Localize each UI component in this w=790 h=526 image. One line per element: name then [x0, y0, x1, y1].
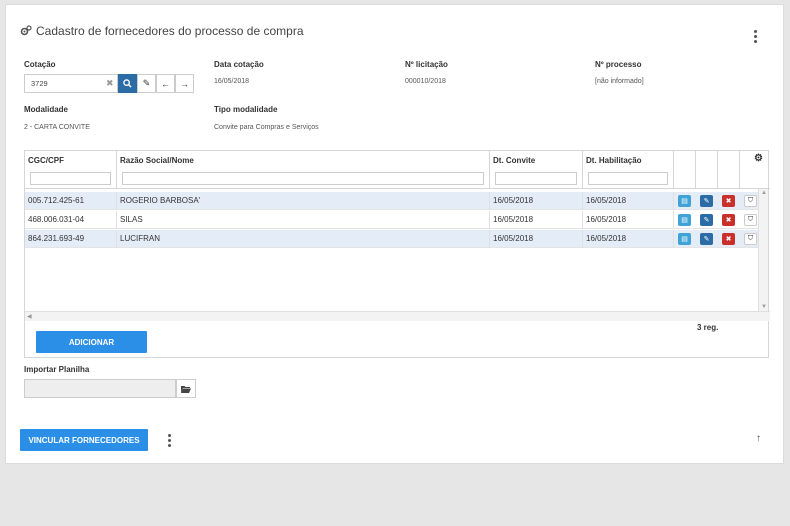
column-header-delete [718, 151, 740, 189]
link-suppliers-button[interactable]: VINCULAR FORNECEDORES [20, 429, 148, 451]
cell-habilitacao: 16/05/2018 [583, 230, 674, 248]
add-button[interactable]: ADICIONAR [36, 331, 147, 353]
data-cotacao-label: Data cotação [214, 60, 264, 69]
clear-icon[interactable]: ✖ [106, 78, 114, 89]
filter-habilitacao-input[interactable] [588, 172, 668, 185]
edit-button[interactable]: ✎ [700, 195, 713, 207]
column-header-cpf-label: CGC/CPF [28, 156, 64, 165]
cell-nome: LUCIFRAN [117, 230, 490, 248]
table-row[interactable]: 468.006.031-04 SILAS 16/05/2018 16/05/20… [25, 211, 758, 229]
shield-button[interactable]: ⛉ [744, 214, 757, 226]
edit-button[interactable]: ✎ [700, 233, 713, 245]
import-label: Importar Planilha [24, 365, 90, 374]
close-icon: ✖ [725, 236, 732, 243]
processo-value: [não informado] [595, 78, 644, 85]
column-header-edit [696, 151, 718, 189]
open-file-button[interactable] [176, 379, 196, 398]
delete-button[interactable]: ✖ [722, 214, 735, 226]
shield-icon: ⛉ [747, 216, 754, 223]
main-panel: Cadastro de fornecedores do processo de … [5, 4, 784, 464]
vertical-scrollbar[interactable]: ▲ ▼ [758, 189, 768, 311]
cell-habilitacao: 16/05/2018 [583, 211, 674, 229]
table-row[interactable]: 864.231.693-49 LUCIFRAN 16/05/2018 16/05… [25, 230, 758, 248]
page-title-text: Cadastro de fornecedores do processo de … [36, 24, 304, 38]
column-header-nome[interactable]: Razão Social/Nome [117, 151, 490, 189]
column-header-nome-label: Razão Social/Nome [120, 156, 194, 165]
print-button[interactable]: ▤ [678, 214, 691, 226]
delete-button[interactable]: ✖ [722, 195, 735, 207]
column-header-cpf[interactable]: CGC/CPF [25, 151, 117, 189]
column-header-print [674, 151, 696, 189]
scroll-up-icon[interactable]: ▲ [761, 190, 767, 196]
filter-cpf-input[interactable] [30, 172, 111, 185]
scroll-left-icon[interactable]: ◀ [27, 313, 32, 320]
scroll-down-icon[interactable]: ▼ [761, 304, 767, 310]
column-header-settings[interactable]: ⚙ [740, 151, 770, 189]
cell-convite: 16/05/2018 [490, 230, 583, 248]
suppliers-grid: CGC/CPF Razão Social/Nome Dt. Convite Dt… [24, 150, 770, 358]
shield-icon: ⛉ [747, 235, 754, 242]
arrow-up-icon[interactable]: ↑ [756, 433, 761, 444]
data-cotacao-value: 16/05/2018 [214, 78, 250, 85]
column-header-habilitacao-label: Dt. Habilitação [586, 156, 642, 165]
cell-nome: ROGERIO BARBOSA' [117, 192, 490, 210]
shield-button[interactable]: ⛉ [744, 195, 757, 207]
footer-more-options-icon[interactable] [166, 434, 172, 447]
print-icon: ▤ [681, 236, 688, 243]
licitacao-label: Nº licitação [405, 60, 448, 69]
print-icon: ▤ [681, 217, 688, 224]
cotacao-label: Cotação [24, 60, 56, 69]
licitacao-value: 000010/2018 [405, 78, 446, 85]
folder-open-icon [181, 385, 191, 393]
grid-header: CGC/CPF Razão Social/Nome Dt. Convite Dt… [25, 151, 770, 189]
edit-cotacao-button[interactable]: ✎ [137, 74, 156, 93]
close-icon: ✖ [725, 198, 732, 205]
page-title: Cadastro de fornecedores do processo de … [20, 24, 304, 38]
gears-icon [20, 25, 32, 36]
processo-label: Nº processo [595, 60, 642, 69]
pencil-icon: ✎ [703, 236, 710, 243]
tipo-modalidade-label: Tipo modalidade [214, 105, 278, 114]
horizontal-scrollbar[interactable]: ◀ [25, 311, 770, 321]
cell-convite: 16/05/2018 [490, 192, 583, 210]
print-button[interactable]: ▤ [678, 233, 691, 245]
record-count: 3 reg. [697, 323, 719, 332]
shield-button[interactable]: ⛉ [744, 233, 757, 245]
search-icon [123, 79, 132, 88]
cotacao-input[interactable]: 3729 [24, 74, 118, 93]
shield-icon: ⛉ [747, 197, 754, 204]
pencil-icon: ✎ [142, 78, 151, 88]
edit-button[interactable]: ✎ [700, 214, 713, 226]
cell-nome: SILAS [117, 211, 490, 229]
next-button[interactable]: → [175, 74, 194, 93]
cell-cpf: 468.006.031-04 [25, 211, 117, 229]
import-file-input[interactable] [24, 379, 176, 398]
previous-button[interactable]: ← [156, 74, 175, 93]
tipo-modalidade-value: Convite para Compras e Serviços [214, 124, 319, 131]
cell-cpf: 005.712.425-61 [25, 192, 117, 210]
table-row[interactable]: 005.712.425-61 ROGERIO BARBOSA' 16/05/20… [25, 192, 758, 210]
filter-convite-input[interactable] [495, 172, 577, 185]
column-header-convite-label: Dt. Convite [493, 156, 536, 165]
print-icon: ▤ [681, 198, 688, 205]
delete-button[interactable]: ✖ [722, 233, 735, 245]
close-icon: ✖ [725, 217, 732, 224]
modalidade-value: 2 - CARTA CONVITE [24, 124, 90, 131]
pencil-icon: ✎ [703, 217, 710, 224]
print-button[interactable]: ▤ [678, 195, 691, 207]
column-header-convite[interactable]: Dt. Convite [490, 151, 583, 189]
modalidade-label: Modalidade [24, 105, 69, 114]
more-options-icon[interactable] [752, 30, 758, 43]
arrow-left-icon: ← [161, 78, 170, 89]
arrow-right-icon: → [180, 78, 189, 89]
filter-nome-input[interactable] [122, 172, 484, 185]
cell-convite: 16/05/2018 [490, 211, 583, 229]
cell-habilitacao: 16/05/2018 [583, 192, 674, 210]
cell-cpf: 864.231.693-49 [25, 230, 117, 248]
pencil-icon: ✎ [703, 198, 710, 205]
search-button[interactable] [118, 74, 137, 93]
column-header-habilitacao[interactable]: Dt. Habilitação [583, 151, 674, 189]
gear-icon[interactable]: ⚙ [754, 153, 763, 164]
